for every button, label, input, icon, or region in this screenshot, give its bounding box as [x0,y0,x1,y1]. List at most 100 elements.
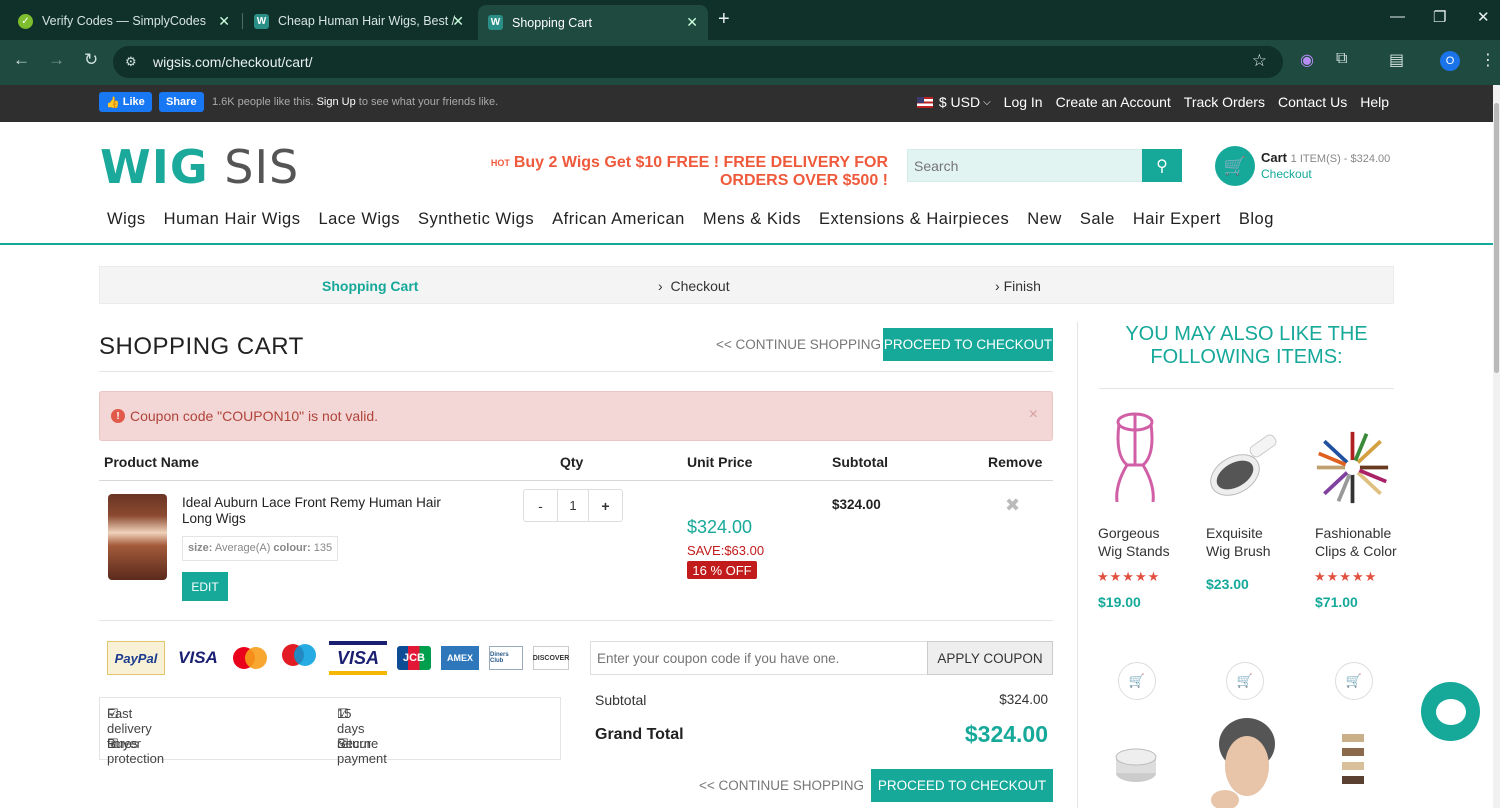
related-items-title: YOU MAY ALSO LIKE THE FOLLOWING ITEMS: [1125,323,1368,368]
extensions-puzzle-icon[interactable]: ⧉ [1336,50,1347,68]
contact-us-link[interactable]: Contact Us [1278,94,1347,110]
minimize-icon[interactable]: — [1390,8,1405,25]
coupon-input[interactable] [591,642,927,674]
bookmark-star-icon[interactable]: ☆ [1252,51,1267,71]
wig-stand-image[interactable] [1097,410,1172,505]
qty-input[interactable]: 1 [557,490,589,521]
nav-mens-kids[interactable]: Mens & Kids [703,210,801,229]
facebook-share-button[interactable]: Share [159,92,204,112]
nav-hair-expert[interactable]: Hair Expert [1133,210,1221,229]
facebook-like-button[interactable]: 👍 Like [99,92,152,112]
nav-african-american[interactable]: African American [552,210,685,229]
proceed-to-checkout-button[interactable]: PROCEED TO CHECKOUT [871,769,1053,802]
cart-label: Cart [1261,150,1288,165]
back-icon[interactable]: ← [13,50,30,70]
search-input[interactable] [908,150,1138,181]
maestro-logo [279,641,319,675]
create-account-link[interactable]: Create an Account [1056,94,1171,110]
help-link[interactable]: Help [1360,94,1389,110]
cart-checkout-link[interactable]: Checkout [1261,167,1390,181]
jcb-logo: JCB [397,646,431,670]
login-link[interactable]: Log In [1004,94,1043,110]
col-remove: Remove [988,454,1043,470]
chevron-right-icon: › [995,278,1004,294]
forward-icon[interactable]: → [48,50,65,70]
tab-shopping-cart[interactable]: W Shopping Cart ✕ [478,5,708,40]
quantity-stepper: - 1 + [523,489,623,522]
remove-item-icon[interactable]: ✖ [1005,495,1020,516]
continue-shopping-link[interactable]: << CONTINUE SHOPPING [716,337,881,352]
rating-stars: ★★★★★ [1314,569,1378,584]
tab-simplycodes[interactable]: ✓ Verify Codes — SimplyCodes ✕ [8,6,240,36]
alert-close-icon[interactable]: × [1029,406,1038,424]
product-thumbnail[interactable] [1112,745,1160,785]
continue-shopping-link[interactable]: << CONTINUE SHOPPING [699,778,864,793]
address-bar[interactable]: ⚙ wigsis.com/checkout/cart/ ☆ [113,46,1283,78]
qty-increase-button[interactable]: + [589,490,622,521]
divider [99,371,1053,372]
wig-brush-image[interactable] [1205,420,1280,515]
site-info-icon[interactable]: ⚙ [125,54,143,70]
discount-badge: 16 % OFF [687,561,757,579]
new-tab-icon[interactable]: + [718,8,730,31]
step-finish: › Finish [995,278,1041,294]
wigsis-logo[interactable]: WIG SIS [100,140,299,194]
proceed-to-checkout-button[interactable]: PROCEED TO CHECKOUT [883,328,1053,361]
apply-coupon-button[interactable]: APPLY COUPON [927,641,1053,675]
live-chat-button[interactable] [1421,682,1480,741]
profile-avatar[interactable]: O [1440,51,1460,71]
item-name-clips-color[interactable]: Fashionable Clips & Color [1315,524,1397,560]
close-window-icon[interactable]: ✕ [1477,8,1490,26]
nav-wigs[interactable]: Wigs [107,210,146,229]
product-options: size: Average(A) colour: 135 [182,536,339,561]
product-name-link[interactable]: Ideal Auburn Lace Front Remy Human Hair … [182,495,472,527]
chevron-right-icon: › [658,278,671,294]
item-name-wig-stands[interactable]: Gorgeous Wig Stands [1098,524,1170,560]
nav-extensions-hairpieces[interactable]: Extensions & Hairpieces [819,210,1009,229]
signup-link[interactable]: Sign Up [317,96,356,108]
hair-clips-image[interactable] [1315,420,1390,515]
subtotal-value: $324.00 [999,692,1048,707]
tab-wigsis-home[interactable]: W Cheap Human Hair Wigs, Best / ✕ [244,6,474,36]
browser-menu-icon[interactable]: ⋮ [1480,50,1496,70]
nav-lace-wigs[interactable]: Lace Wigs [318,210,400,229]
add-to-cart-icon[interactable]: 🛒 [1226,662,1264,700]
qty-decrease-button[interactable]: - [524,490,557,521]
close-tab-icon[interactable]: ✕ [452,13,464,30]
item-subtotal: $324.00 [832,497,881,512]
item-price: $23.00 [1206,576,1249,592]
diners-club-logo: Diners Club [489,646,523,670]
cart-icon[interactable]: 🛒 [1215,146,1255,186]
product-image[interactable] [108,494,167,580]
item-name-wig-brush[interactable]: Exquisite Wig Brush [1206,524,1271,560]
search-button[interactable]: ⚲ [1142,149,1182,182]
tab-title: Cheap Human Hair Wigs, Best / [278,14,456,28]
nav-new[interactable]: New [1027,210,1062,229]
product-thumbnail[interactable] [1338,732,1368,792]
divider [99,620,1053,621]
reading-list-icon[interactable]: ▤ [1389,50,1404,70]
browser-toolbar: ← → ↻ ⚙ wigsis.com/checkout/cart/ ☆ ◉ ⧉ … [0,40,1500,85]
url-text[interactable]: wigsis.com/checkout/cart/ [153,54,313,70]
discover-logo: DISCOVER [533,646,569,670]
product-thumbnail[interactable] [1207,714,1285,808]
col-product-name: Product Name [104,454,199,470]
extension-icon[interactable]: ◉ [1300,50,1314,70]
nav-blog[interactable]: Blog [1239,210,1274,229]
nav-synthetic-wigs[interactable]: Synthetic Wigs [418,210,534,229]
nav-human-hair-wigs[interactable]: Human Hair Wigs [164,210,301,229]
close-tab-icon[interactable]: ✕ [218,13,230,30]
add-to-cart-icon[interactable]: 🛒 [1118,662,1156,700]
nav-sale[interactable]: Sale [1080,210,1115,229]
header-cart[interactable]: Cart 1 ITEM(S) - $324.00 Checkout [1261,150,1390,181]
currency-selector[interactable]: $ USD [939,94,980,110]
maximize-icon[interactable]: ❐ [1433,8,1446,26]
track-orders-link[interactable]: Track Orders [1184,94,1265,110]
promo-banner: HOT Buy 2 Wigs Get $10 FREE ! FREE DELIVE… [490,154,888,190]
close-tab-icon[interactable]: ✕ [686,14,698,31]
reload-icon[interactable]: ↻ [84,50,98,70]
edit-item-button[interactable]: EDIT [182,572,228,601]
page-scrollbar[interactable] [1493,85,1500,808]
add-to-cart-icon[interactable]: 🛒 [1335,662,1373,700]
main-navigation: Wigs Human Hair Wigs Lace Wigs Synthetic… [107,210,1274,229]
